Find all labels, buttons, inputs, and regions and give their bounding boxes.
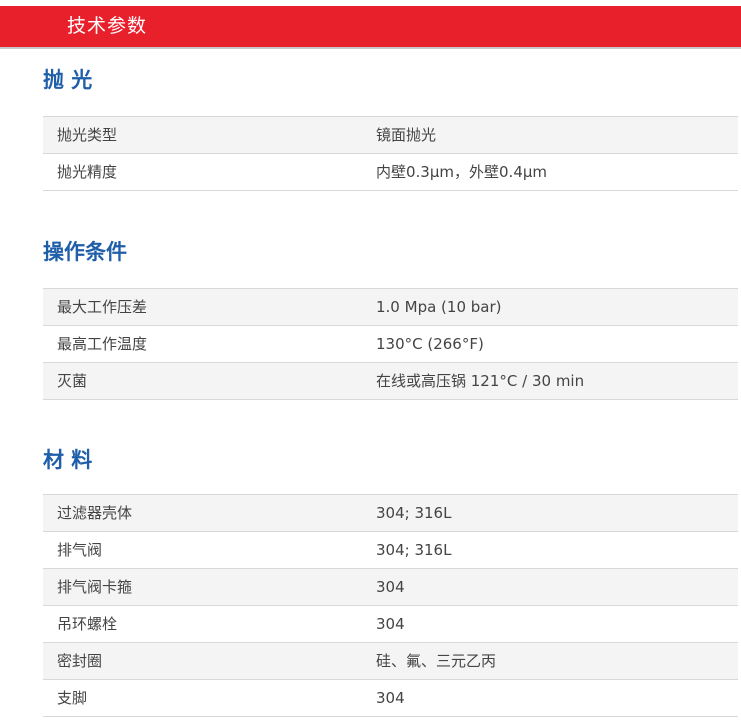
spec-label: 抛光精度 bbox=[57, 163, 118, 181]
table-row: 灭菌 在线或高压锅 121°C / 30 min bbox=[43, 363, 738, 400]
spec-label: 支脚 bbox=[57, 689, 88, 707]
spec-value: 130°C (266°F) bbox=[376, 335, 484, 353]
spec-label: 排气阀卡箍 bbox=[57, 578, 133, 596]
spec-value: 1.0 Mpa (10 bar) bbox=[376, 298, 502, 316]
spec-label: 吊环螺栓 bbox=[57, 615, 118, 633]
table-row: 密封圈 硅、氟、三元乙丙 bbox=[43, 643, 738, 680]
spec-table-materials: 过滤器壳体 304; 316L 排气阀 304; 316L 排气阀卡箍 304 … bbox=[43, 494, 738, 717]
spec-label: 抛光类型 bbox=[57, 126, 118, 144]
spec-value: 304 bbox=[376, 689, 405, 707]
table-row: 最大工作压差 1.0 Mpa (10 bar) bbox=[43, 289, 738, 326]
header-divider bbox=[0, 47, 741, 49]
section-title-materials: 材 料 bbox=[43, 448, 93, 472]
table-row: 支脚 304 bbox=[43, 680, 738, 717]
spec-value: 304; 316L bbox=[376, 541, 452, 559]
table-row: 排气阀 304; 316L bbox=[43, 532, 738, 569]
spec-table-operating-conditions: 最大工作压差 1.0 Mpa (10 bar) 最高工作温度 130°C (26… bbox=[43, 288, 738, 400]
table-row: 抛光精度 内壁0.3μm，外壁0.4μm bbox=[43, 154, 738, 191]
spec-value: 镜面抛光 bbox=[376, 126, 437, 144]
spec-label: 灭菌 bbox=[57, 372, 88, 390]
spec-value: 硅、氟、三元乙丙 bbox=[376, 652, 497, 670]
table-row: 过滤器壳体 304; 316L bbox=[43, 495, 738, 532]
table-row: 最高工作温度 130°C (266°F) bbox=[43, 326, 738, 363]
header-bar: 技术参数 bbox=[0, 6, 741, 47]
spec-label: 密封圈 bbox=[57, 652, 103, 670]
spec-value: 304; 316L bbox=[376, 504, 452, 522]
spec-value: 304 bbox=[376, 615, 405, 633]
spec-label: 过滤器壳体 bbox=[57, 504, 133, 522]
spec-value: 304 bbox=[376, 578, 405, 596]
spec-table-polishing: 抛光类型 镜面抛光 抛光精度 内壁0.3μm，外壁0.4μm bbox=[43, 116, 738, 191]
table-row: 吊环螺栓 304 bbox=[43, 606, 738, 643]
spec-label: 最高工作温度 bbox=[57, 335, 148, 353]
table-row: 排气阀卡箍 304 bbox=[43, 569, 738, 606]
page-title: 技术参数 bbox=[67, 15, 148, 37]
section-title-polishing: 抛 光 bbox=[43, 68, 93, 92]
section-title-operating-conditions: 操作条件 bbox=[43, 240, 127, 264]
table-row: 抛光类型 镜面抛光 bbox=[43, 117, 738, 154]
spec-value: 在线或高压锅 121°C / 30 min bbox=[376, 372, 585, 390]
spec-label: 排气阀 bbox=[57, 541, 103, 559]
spec-label: 最大工作压差 bbox=[57, 298, 148, 316]
spec-value: 内壁0.3μm，外壁0.4μm bbox=[376, 163, 548, 181]
